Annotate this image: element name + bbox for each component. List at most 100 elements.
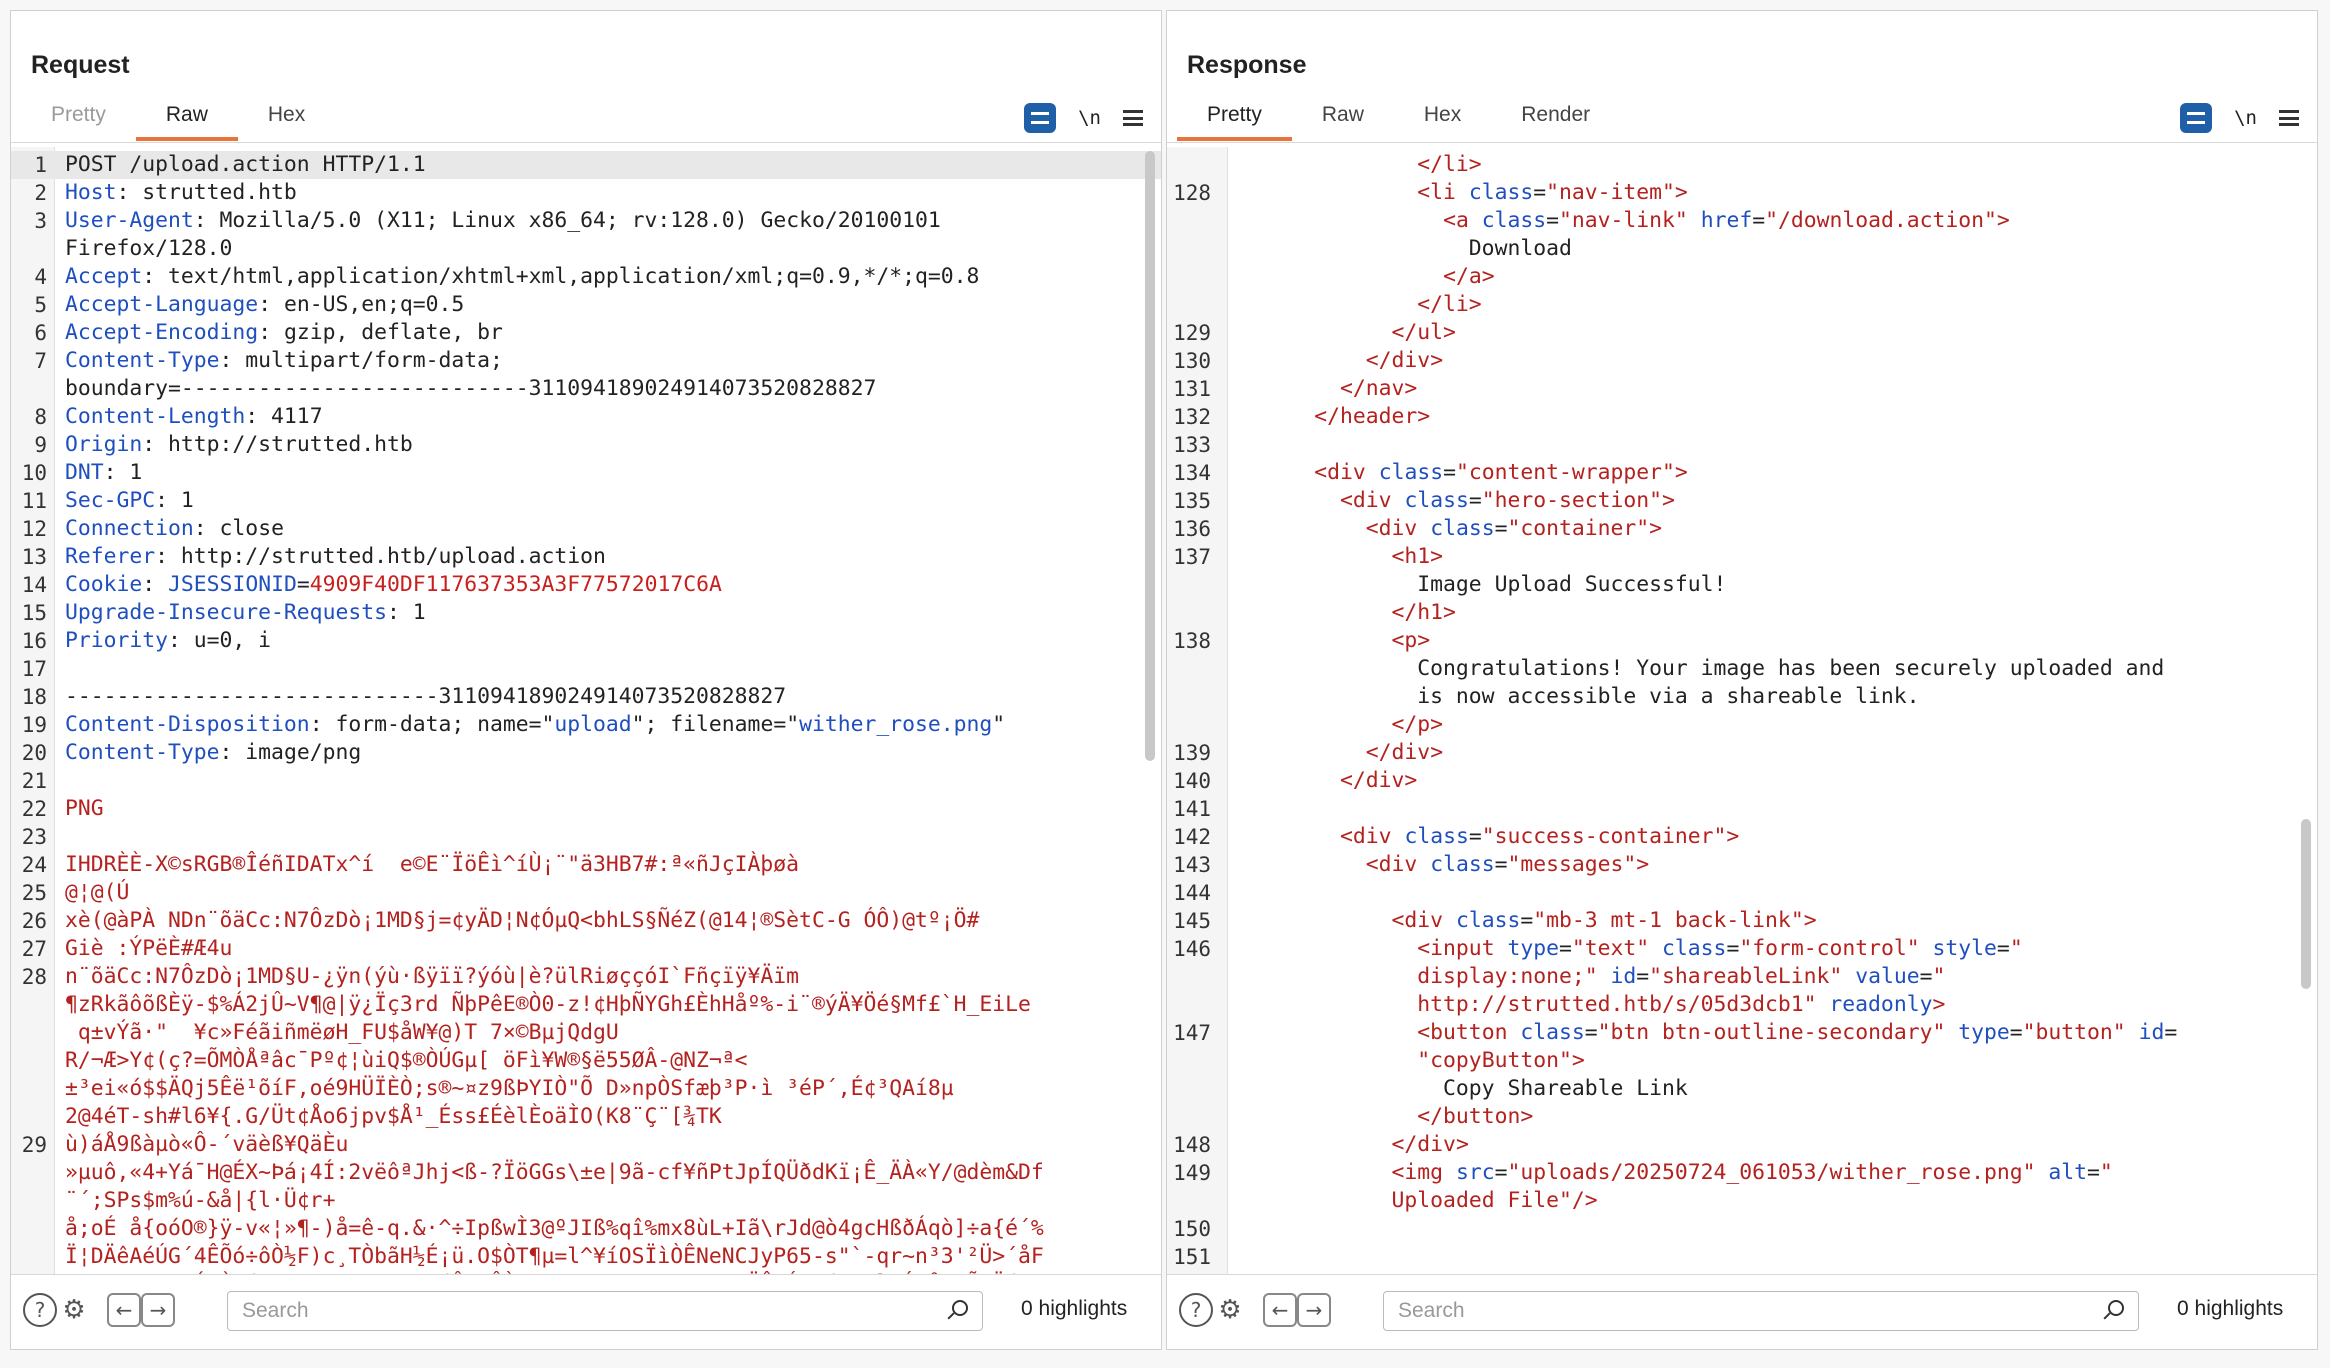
- help-icon[interactable]: ?: [23, 1293, 57, 1327]
- code-line: »µuô,«4+Yá¯H@ÉX~Þá¡4Í:2vëôªJhj<ß-?ÏöGGs\…: [11, 1159, 1161, 1187]
- newline-toggle-icon[interactable]: \n: [2234, 107, 2257, 129]
- next-icon[interactable]: →: [1297, 1293, 1331, 1327]
- search-input[interactable]: Search: [227, 1291, 983, 1331]
- line-text: Firefox/128.0: [65, 235, 232, 263]
- tab-raw[interactable]: Raw: [135, 95, 238, 141]
- token: : http://strutted.htb: [142, 432, 413, 457]
- line-text: xè(@àPÀ NDn¨õäCc:N7ÔzDò¡1MD§j=¢yÄD¦N¢ÓµQ…: [65, 907, 979, 935]
- token: : gzip, deflate, br: [258, 320, 503, 345]
- line-number: 15: [21, 601, 47, 625]
- token: : 1: [386, 600, 426, 625]
- wrap-lines-icon[interactable]: [2180, 103, 2213, 133]
- token: : u=0, i: [168, 628, 272, 653]
- response-editor[interactable]: </li> 128 <li class="nav-item"> <a class=…: [1167, 147, 2317, 1275]
- code-line: display:none;" id="shareableLink" value=…: [1167, 963, 2317, 991]
- token: =: [2087, 1160, 2100, 1185]
- line-number: 27: [21, 937, 47, 961]
- request-editor[interactable]: 1 POST /upload.action HTTP/1.1 2 Host: stru…: [11, 147, 1161, 1275]
- token: http://strutted.htb/s/05d3dcb1": [1417, 992, 1817, 1017]
- token: style: [1932, 936, 1997, 961]
- token: =: [1520, 908, 1534, 933]
- newline-toggle-icon[interactable]: \n: [1078, 107, 1101, 129]
- code-line: 18 -----------------------------311094189…: [11, 683, 1161, 711]
- token: "success-container": [1481, 824, 1727, 849]
- token: class: [1378, 460, 1444, 485]
- code-line: å;oÉ å{oóO®}ÿ-v«¦»¶-)å=ê-q.&·^÷IpßwÌ3@ºJ…: [11, 1215, 1161, 1243]
- help-icon[interactable]: ?: [1179, 1293, 1213, 1327]
- line-text: </div>: [1237, 347, 1443, 375]
- line-text: Content-Type: image/png: [65, 739, 361, 767]
- token: DNT: [65, 460, 104, 485]
- tab-hex[interactable]: Hex: [238, 95, 335, 141]
- wrap-lines-icon[interactable]: [1024, 103, 1057, 133]
- token: >: [1674, 460, 1688, 485]
- search-input[interactable]: Search: [1383, 1291, 2139, 1331]
- token: Download: [1237, 236, 1572, 261]
- previous-icon[interactable]: ←: [107, 1293, 141, 1327]
- code-line: </p>: [1167, 711, 2317, 739]
- token: =: [1558, 936, 1572, 961]
- next-icon[interactable]: →: [141, 1293, 175, 1327]
- token: boundary=---------------------------3110…: [65, 376, 877, 401]
- token: Firefox/128.0: [65, 236, 233, 261]
- line-number: 146: [1173, 937, 1211, 961]
- line-text: Content-Disposition: form-data; name="up…: [65, 711, 1005, 739]
- menu-icon[interactable]: [2279, 110, 2299, 126]
- line-number: 16: [21, 629, 47, 653]
- line-text: Accept-Language: en-US,en;q=0.5: [65, 291, 464, 319]
- code-line: 147 <button class="btn btn-outline-secon…: [1167, 1019, 2317, 1047]
- code-line: Download: [1167, 235, 2317, 263]
- line-number: 22: [21, 797, 47, 821]
- line-number: 11: [21, 489, 47, 513]
- menu-icon[interactable]: [1123, 110, 1143, 126]
- token: href: [1700, 208, 1753, 233]
- token: ¶zRkãôõßÈÿ-$%Á2jÛ~V¶@|ÿ¿Ïç3rd ÑþPêE®Ò0-z…: [65, 992, 1031, 1017]
- code-line: 25 @¦@(Ú: [11, 879, 1161, 907]
- line-text: Image Upload Successful!: [1237, 571, 1726, 599]
- token: </p>: [1391, 712, 1444, 737]
- line-text: Origin: http://strutted.htb: [65, 431, 413, 459]
- line-text: </a>: [1237, 263, 1495, 291]
- token: <div: [1365, 516, 1431, 541]
- tab-render[interactable]: Render: [1491, 95, 1620, 141]
- token: =: [1494, 516, 1508, 541]
- token: User-Agent: [65, 208, 194, 233]
- code-line: 150: [1167, 1215, 2317, 1243]
- settings-icon[interactable]: ⚙: [57, 1293, 91, 1327]
- code-line: ±³ei«ó$$ÄQj5Êë¹õíF,oé9HÜÏÈÒ;s®~¤z9ßÞYIÒ"…: [11, 1075, 1161, 1103]
- line-text: <li class="nav-item">: [1237, 179, 1688, 207]
- line-text: </button>: [1237, 1103, 1533, 1131]
- token: : form-data; name=": [309, 712, 555, 737]
- code-line: 10 DNT: 1: [11, 459, 1161, 487]
- tab-hex[interactable]: Hex: [1394, 95, 1491, 141]
- token: -----------------------------31109418902…: [65, 684, 787, 709]
- request-title: Request: [31, 51, 130, 79]
- token: src: [1455, 1160, 1495, 1185]
- line-text: </h1>: [1237, 599, 1456, 627]
- line-text: </div>: [1237, 767, 1417, 795]
- request-scrollbar[interactable]: [1145, 151, 1155, 761]
- code-line: 28 n¨õäCc:N7ÔzDò¡1MD§U-¿ÿn(ýù·ßÿïï?ýóù|è?…: [11, 963, 1161, 991]
- settings-icon[interactable]: ⚙: [1213, 1293, 1247, 1327]
- token: Referer: [65, 544, 156, 569]
- token: </ul>: [1391, 320, 1456, 345]
- token: "uploads/20250724_061053/wither_rose.png…: [1507, 1160, 2036, 1185]
- token: "container": [1507, 516, 1650, 541]
- token: : close: [193, 516, 284, 541]
- previous-icon[interactable]: ←: [1263, 1293, 1297, 1327]
- line-text: ¨´;SPs$m%ú-&å|{l·Ü¢r+: [65, 1187, 335, 1215]
- response-scrollbar[interactable]: [2301, 819, 2311, 989]
- token: : Mozilla/5.0 (X11; Linux x86_64; rv:128…: [193, 208, 941, 233]
- tab-pretty[interactable]: Pretty: [1177, 95, 1292, 141]
- tab-raw[interactable]: Raw: [1292, 95, 1394, 141]
- tab-pretty[interactable]: Pretty: [21, 95, 136, 141]
- token: <div: [1340, 824, 1405, 849]
- token: "/download.action": [1765, 208, 1997, 233]
- token: </button>: [1417, 1104, 1534, 1129]
- code-line: Uploaded File"/>: [1167, 1187, 2317, 1215]
- token: =: [2009, 1020, 2023, 1045]
